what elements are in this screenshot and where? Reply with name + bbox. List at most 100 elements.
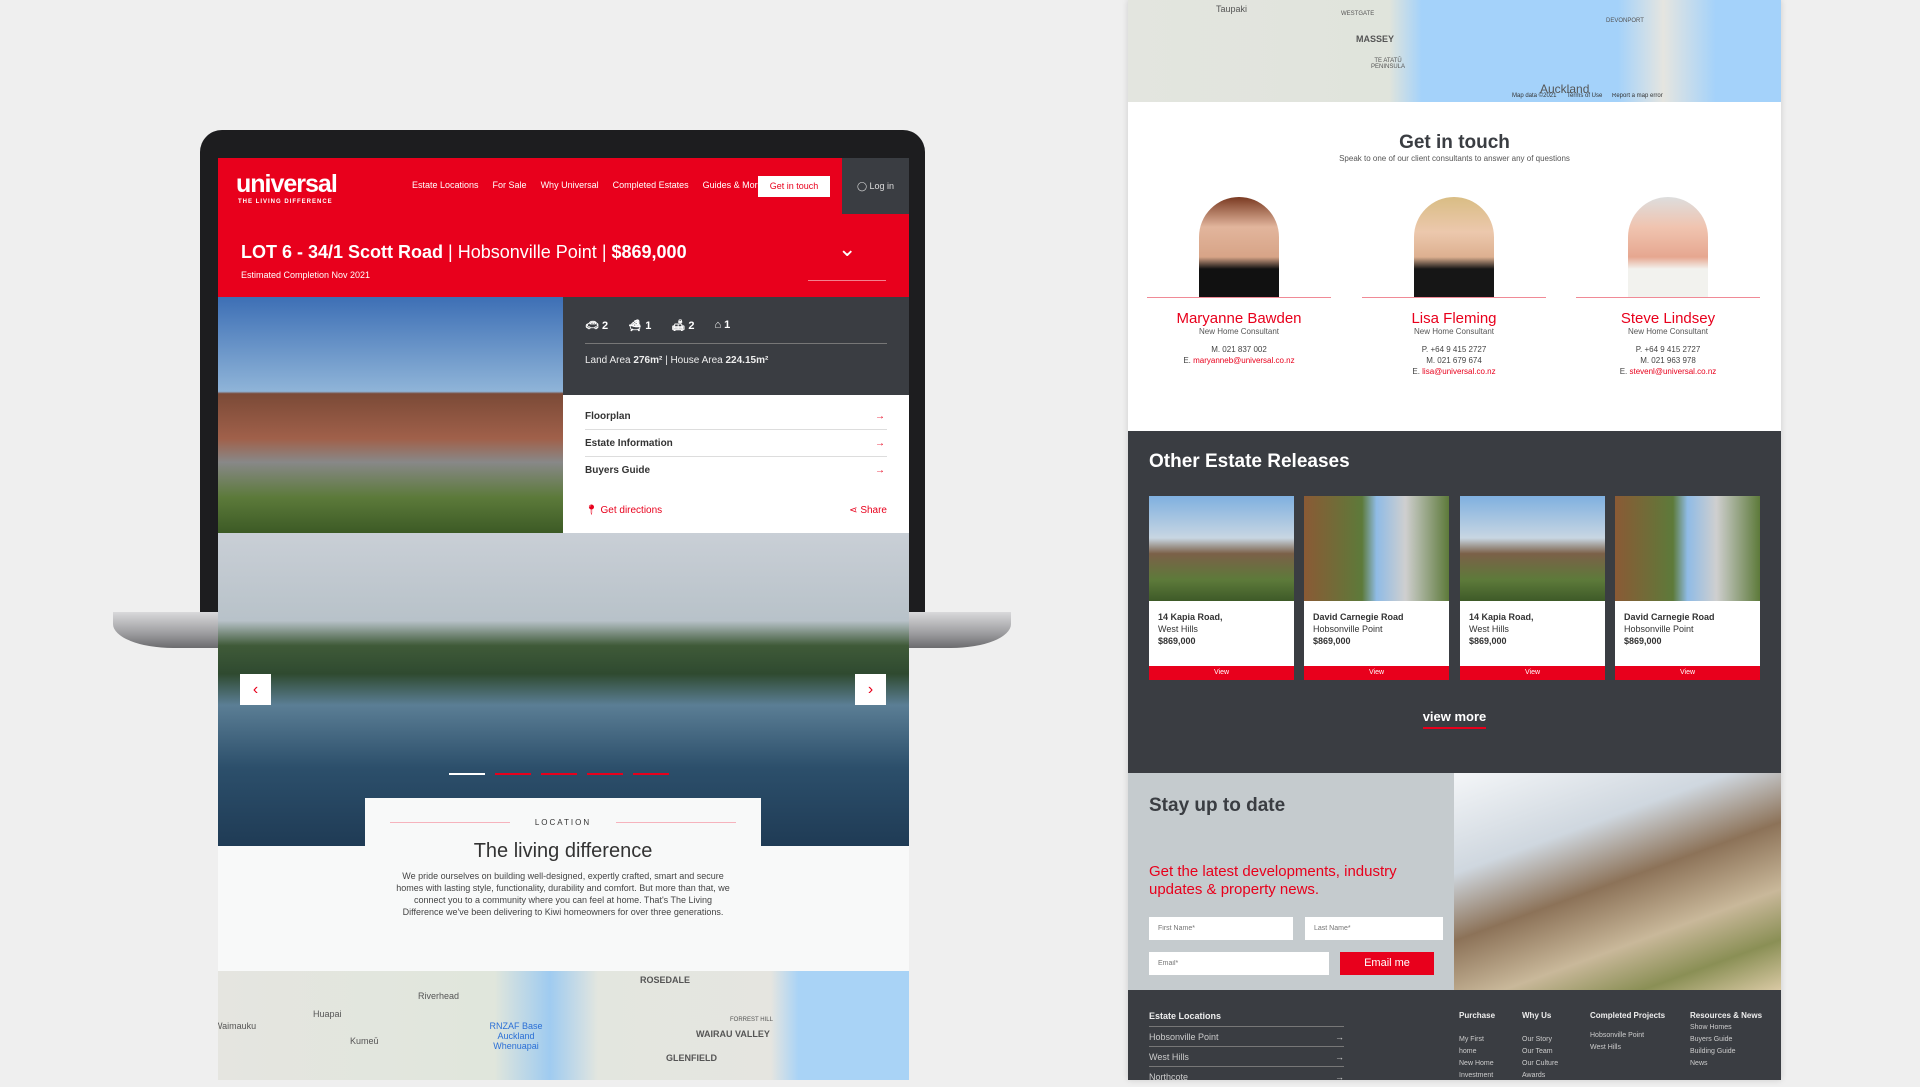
consultant-photo [1414,197,1494,297]
contact-section: Get in touch Speak to one of our client … [1128,102,1781,431]
view-more-link[interactable]: view more [1128,709,1781,729]
carousel-prev-button[interactable]: ‹ [240,674,271,705]
nav-guides-more[interactable]: Guides & More [703,180,763,190]
footer-link[interactable]: Show Homes [1690,1022,1736,1034]
login-button[interactable]: ◯ Log in [842,158,909,214]
footer-link[interactable]: Awards [1522,1070,1558,1082]
footer-link[interactable]: News [1690,1058,1736,1070]
page-continuation: Taupaki WESTGATE MASSEY TE ATATŪ PENINSU… [1128,0,1781,1082]
carousel-next-button[interactable]: › [855,674,886,705]
arrow-right-icon: → [875,411,885,422]
consultant-email[interactable]: lisa@universal.co.nz [1422,367,1495,376]
footer-col-resources: Show Homes Buyers Guide Building Guide News [1690,1022,1736,1070]
newsletter-section: Stay up to date Get the latest developme… [1128,773,1454,990]
carousel-dot[interactable] [587,773,623,775]
footer-heading: Estate Locations [1149,1011,1222,1021]
footer-link[interactable]: West Hills [1590,1042,1644,1054]
map-label: Riverhead [418,991,460,1001]
estate-information-link[interactable]: Estate Information → [585,430,887,457]
laptop-screen-page: universal THE LIVING DIFFERENCE Estate Lo… [218,158,909,1080]
map-label: Kumeū [350,1036,379,1046]
map-label: FORREST HILL [730,1017,773,1023]
user-circle-icon: ◯ [856,181,870,191]
last-name-input[interactable] [1305,917,1443,940]
carousel-dot[interactable] [541,773,577,775]
divider [808,280,886,281]
section-subtitle: Speak to one of our client consultants t… [1339,154,1570,163]
footer: Estate Locations Hobsonville Point → West… [1128,990,1781,1082]
release-street: 14 Kapia Road, [1469,612,1534,622]
footer-estate-link[interactable]: West Hills → [1149,1046,1344,1066]
nav-why-universal[interactable]: Why Universal [541,180,599,190]
consultant-mobile: M. 021 963 978 [1640,356,1696,365]
buyers-guide-link[interactable]: Buyers Guide → [585,457,887,484]
map-report-link[interactable]: Report a map error [1612,93,1781,99]
car-icon: 🚗︎ 2 [585,320,609,332]
carousel-dot[interactable] [633,773,669,775]
nav-estate-locations[interactable]: Estate Locations [412,180,479,190]
divider [1147,297,1331,298]
release-photo [1460,496,1605,601]
footer-link[interactable]: Hobsonville Point [1590,1030,1644,1042]
first-name-input[interactable] [1149,917,1293,940]
consultant-phone: P. +64 9 415 2727 [1635,345,1701,354]
release-photo [1615,496,1760,601]
location-section: LOCATION The living difference We pride … [365,798,761,958]
view-button[interactable]: View [1460,666,1605,680]
email-me-button[interactable]: Email me [1340,952,1434,975]
email-input[interactable] [1149,952,1329,975]
consultant-name: Steve Lindsey [1620,310,1716,327]
section-body: We pride ourselves on building well-desi… [396,871,730,917]
consultant-photo [1199,197,1279,297]
release-card: 14 Kapia Road, West Hills $869,000 View [1149,496,1294,680]
get-in-touch-button[interactable]: Get in touch [758,176,830,197]
consultant-name: Lisa Fleming [1411,310,1497,327]
location-map[interactable]: Riverhead Huapai Kumeū Waimauku RNZAF Ba… [218,971,909,1080]
footer-estate-link[interactable]: Hobsonville Point → [1149,1026,1344,1046]
share-button[interactable]: ⋖ Share [849,505,887,516]
arrow-right-icon: → [875,438,885,449]
nav-for-sale[interactable]: For Sale [493,180,527,190]
nav-completed-estates[interactable]: Completed Estates [613,180,689,190]
bath-icon: 🛁︎ 1 [628,320,652,332]
consultant-role: New Home Consultant [1413,327,1495,336]
map-label: Huapai [313,1009,342,1019]
carousel-dot[interactable] [449,773,485,775]
logo[interactable]: universal THE LIVING DIFFERENCE [236,170,338,205]
footer-col-completed: Hobsonville Point West Hills [1590,1030,1644,1054]
map-label: WAIRAU VALLEY [696,1029,770,1039]
map-label: Waimauku [218,1021,257,1031]
footer-estate-link[interactable]: Northcote → [1149,1066,1344,1086]
release-suburb: West Hills [1469,624,1509,634]
footer-link[interactable]: Building Guide [1690,1046,1736,1058]
get-directions-link[interactable]: 📍︎ Get directions [585,505,662,516]
view-button[interactable]: View [1304,666,1449,680]
release-price: $869,000 [1624,636,1662,646]
divider [1362,297,1546,298]
view-button[interactable]: View [1615,666,1760,680]
location-map[interactable]: Taupaki WESTGATE MASSEY TE ATATŪ PENINSU… [1128,0,1781,102]
footer-link[interactable]: Our Team [1522,1046,1558,1058]
carousel-dot[interactable] [495,773,531,775]
section-title: Get in touch [1399,132,1510,153]
footer-link[interactable]: Our Story [1522,1034,1558,1046]
garage-icon: ⌂ 1 [714,319,731,331]
chevron-down-icon[interactable]: ⌄ [838,236,856,262]
other-releases-section: Other Estate Releases 14 Kapia Road, West… [1128,431,1781,773]
footer-link[interactable]: Our Culture [1522,1058,1558,1070]
view-button[interactable]: View [1149,666,1294,680]
footer-link[interactable]: Investment [1459,1070,1499,1082]
floorplan-link[interactable]: Floorplan → [585,403,887,430]
release-photo [1149,496,1294,601]
footer-link[interactable]: My First home [1459,1034,1499,1058]
map-terms-link[interactable]: Terms of Use [1567,93,1602,99]
release-suburb: West Hills [1158,624,1198,634]
footer-link[interactable]: Buyers Guide [1690,1034,1736,1046]
footer-link[interactable]: New Home [1459,1058,1499,1070]
map-label: ROSEDALE [640,975,691,985]
release-price: $869,000 [1469,636,1507,646]
consultant-email[interactable]: maryanneb@universal.co.nz [1193,356,1295,365]
footer-heading: Purchase [1459,1011,1496,1020]
arrow-right-icon: → [1335,1072,1344,1082]
consultant-email[interactable]: stevenl@universal.co.nz [1629,367,1716,376]
